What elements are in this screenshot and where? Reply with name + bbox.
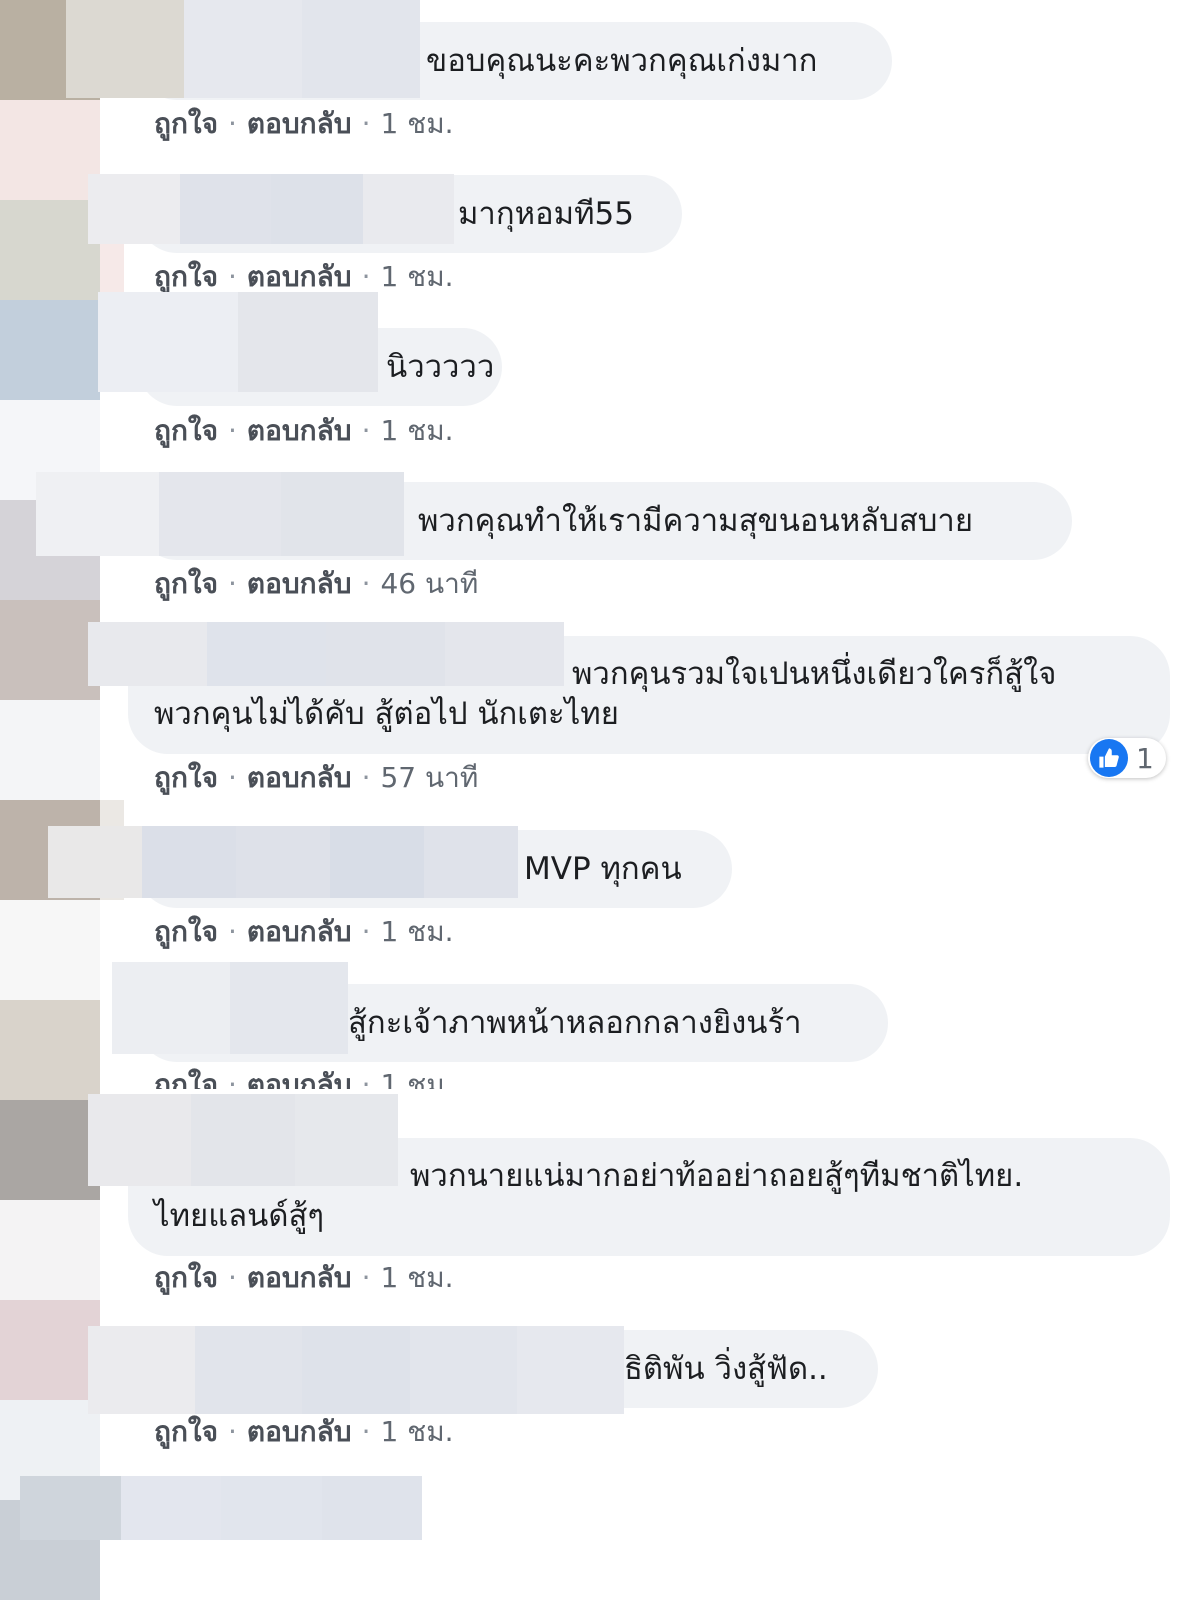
- like-link[interactable]: ถูกใจ: [154, 761, 218, 794]
- comment-meta: ถูกใจ · ตอบกลับ · 57 นาที: [154, 761, 479, 794]
- avatar[interactable]: [0, 700, 100, 800]
- comment-meta: ถูกใจ · ตอบกลับ · 1 ชม.: [154, 260, 454, 293]
- author-name-redacted[interactable]: [66, 0, 420, 98]
- comment-meta: ถูกใจ · ตอบกลับ · 1 ชม.: [154, 414, 454, 447]
- timestamp[interactable]: 1 ชม.: [380, 107, 453, 140]
- comment-text: MVP ทุกคน: [524, 851, 682, 887]
- timestamp[interactable]: 1 ชม.: [380, 1261, 453, 1294]
- timestamp[interactable]: 1 ชม.: [380, 1415, 453, 1448]
- like-link[interactable]: ถูกใจ: [154, 260, 218, 293]
- comment-meta: ถูกใจ · ตอบกลับ · 1 ชม.: [154, 1067, 454, 1089]
- comment-meta: ถูกใจ · ตอบกลับ · 46 นาที: [154, 567, 479, 600]
- like-link[interactable]: ถูกใจ: [154, 1415, 218, 1448]
- avatar[interactable]: [0, 1200, 100, 1300]
- author-name-redacted[interactable]: [88, 174, 454, 244]
- like-link[interactable]: ถูกใจ: [154, 1261, 218, 1294]
- author-name-redacted[interactable]: [98, 292, 378, 392]
- reply-link[interactable]: ตอบกลับ: [247, 260, 352, 293]
- avatar[interactable]: [0, 300, 100, 400]
- reaction-summary[interactable]: 1: [1088, 738, 1166, 778]
- reply-link[interactable]: ตอบกลับ: [247, 414, 352, 447]
- reply-link[interactable]: ตอบกลับ: [247, 1068, 352, 1089]
- timestamp[interactable]: 1 ชม.: [380, 1068, 453, 1089]
- like-link[interactable]: ถูกใจ: [154, 567, 218, 600]
- timestamp[interactable]: 1 ชม.: [380, 915, 453, 948]
- author-name-redacted[interactable]: [112, 962, 348, 1054]
- reply-link[interactable]: ตอบกลับ: [247, 567, 352, 600]
- timestamp[interactable]: 1 ชม.: [380, 414, 453, 447]
- comment-meta: ถูกใจ · ตอบกลับ · 1 ชม.: [154, 107, 454, 140]
- like-link[interactable]: ถูกใจ: [154, 1068, 218, 1089]
- author-name-redacted[interactable]: [48, 826, 518, 898]
- comment-text: สู้กะเจ้าภาพหน้าหลอกกลางยิงนร้า: [348, 1005, 802, 1041]
- reply-link[interactable]: ตอบกลับ: [247, 1261, 352, 1294]
- comment-text: มากุหอมที55: [458, 196, 634, 232]
- comment-text: นิววววว: [386, 349, 495, 385]
- author-name-redacted[interactable]: [36, 472, 405, 556]
- reaction-count: 1: [1136, 741, 1154, 775]
- avatar[interactable]: [0, 1300, 100, 1400]
- comment-text: ขอบคุณนะคะพวกคุณเก่งมาก: [426, 43, 818, 79]
- reply-link[interactable]: ตอบกลับ: [247, 915, 352, 948]
- author-name-redacted[interactable]: [20, 1476, 422, 1540]
- avatar[interactable]: [0, 200, 100, 300]
- like-icon: [1090, 739, 1128, 777]
- comment-text: พวกนายแน่มากอย่าท้ออย่าถอยสู้ๆทีมชาติไทย…: [410, 1158, 1024, 1194]
- avatar[interactable]: [0, 100, 100, 200]
- author-name-redacted[interactable]: [88, 1094, 398, 1186]
- comment-meta: ถูกใจ · ตอบกลับ · 1 ชม.: [154, 1261, 454, 1294]
- comment-text-line2: ไทยแลนด์สู้ๆ: [154, 1198, 325, 1234]
- comment-text: พวกคุนรวมใจเปนหนึ่งเดียวใครก็สู้ใจ: [572, 656, 1057, 692]
- comment-meta: ถูกใจ · ตอบกลับ · 1 ชม.: [154, 915, 454, 948]
- like-link[interactable]: ถูกใจ: [154, 107, 218, 140]
- avatar[interactable]: [0, 1000, 100, 1100]
- author-name-redacted[interactable]: [88, 622, 564, 686]
- like-link[interactable]: ถูกใจ: [154, 414, 218, 447]
- comment-text: พวกคุณทำให้เรามีความสุขนอนหลับสบาย: [418, 503, 973, 539]
- timestamp[interactable]: 1 ชม.: [380, 260, 453, 293]
- comment-meta: ถูกใจ · ตอบกลับ · 1 ชม.: [154, 1415, 454, 1448]
- reply-link[interactable]: ตอบกลับ: [247, 1415, 352, 1448]
- avatar[interactable]: [0, 900, 100, 1000]
- avatar[interactable]: [0, 1100, 100, 1200]
- timestamp[interactable]: 57 นาที: [380, 761, 478, 794]
- like-link[interactable]: ถูกใจ: [154, 915, 218, 948]
- avatar[interactable]: [0, 600, 100, 700]
- comment-text: ธิติพัน วิ่งสู้ฟัด..: [624, 1351, 828, 1387]
- author-name-redacted[interactable]: [88, 1326, 625, 1414]
- timestamp[interactable]: 46 นาที: [380, 567, 478, 600]
- reply-link[interactable]: ตอบกลับ: [247, 761, 352, 794]
- comment-text-line2: พวกคุนไม่ได้คับ สู้ต่อไป นักเตะไทย: [154, 696, 619, 732]
- reply-link[interactable]: ตอบกลับ: [247, 107, 352, 140]
